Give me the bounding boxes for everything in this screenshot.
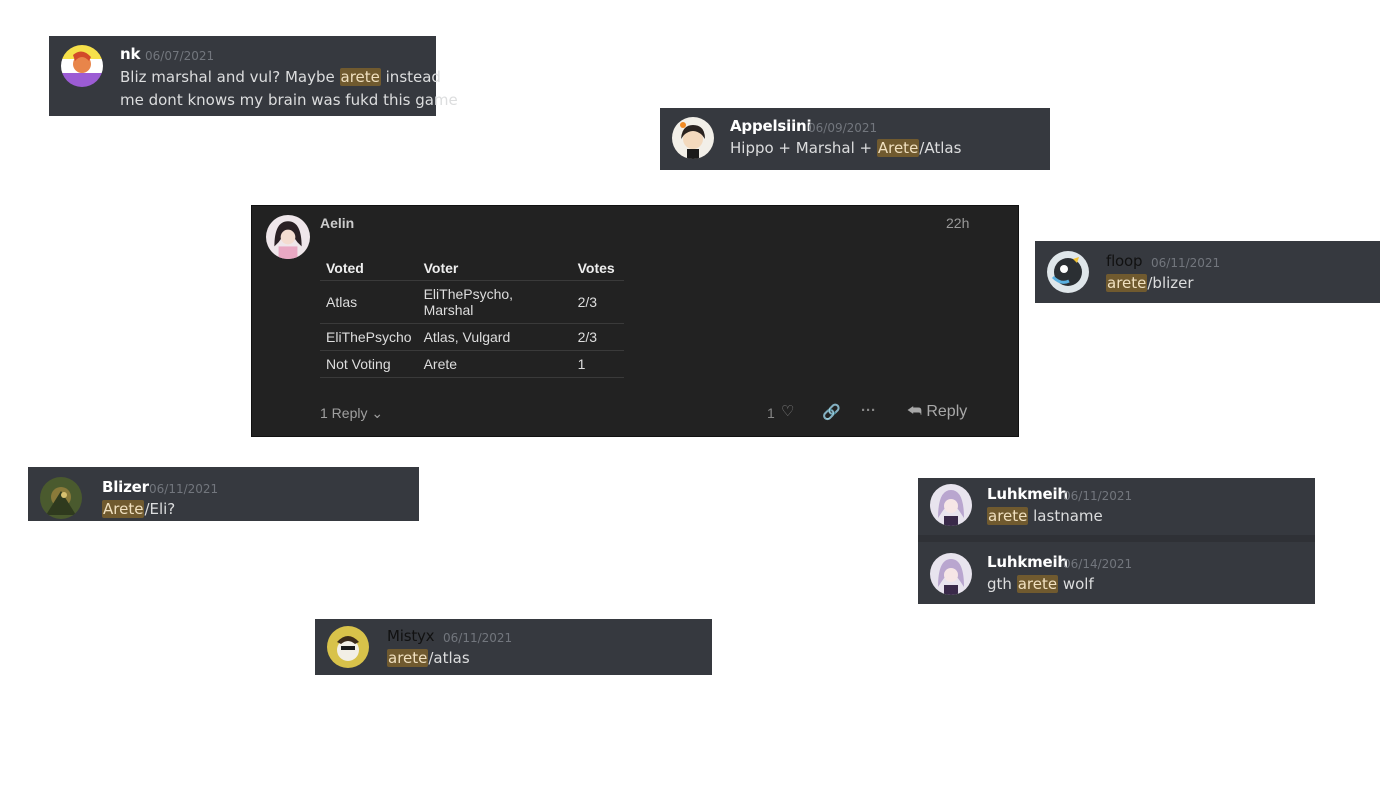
username[interactable]: nk [120,45,140,63]
timestamp: 06/09/2021 [808,121,878,135]
table-cell: EliThePsycho [320,323,418,351]
timestamp: 06/07/2021 [145,49,215,63]
message-row: Luhkmeih 06/11/2021 arete lastname [918,478,1315,535]
avatar[interactable] [327,626,369,668]
message-text: arete/blizer [1106,274,1194,292]
search-highlight: Arete [876,139,920,157]
table-cell: Atlas, Vulgard [417,323,572,351]
table-cell: 1 [571,350,624,378]
search-highlight: arete [1106,274,1148,292]
link-icon[interactable]: 🔗 [822,403,841,421]
message-card-floop: floop 06/11/2021 arete/blizer [1035,241,1380,303]
username[interactable]: Luhkmeih [987,485,1068,503]
chevron-down-icon: ⌄ [371,405,384,421]
timestamp: 06/11/2021 [1151,256,1221,270]
show-replies-button[interactable]: 1 Reply ⌄ [320,405,383,422]
search-highlight: arete [387,649,429,667]
table-cell: Atlas [320,280,418,324]
heart-icon[interactable]: ♡ [781,402,794,420]
search-highlight: arete [339,68,381,86]
username[interactable]: Blizer [102,478,149,496]
username[interactable]: Mistyx [387,627,435,645]
username[interactable]: floop [1106,252,1143,270]
column-header: Voter [417,256,572,281]
reply-button[interactable]: ⮪ Reply [907,403,967,421]
avatar[interactable] [61,45,103,87]
table-row: Atlas EliThePsycho, Marshal 2/3 [320,280,624,324]
message-text: arete/atlas [387,649,470,667]
timestamp: 22h [946,215,970,231]
search-highlight: Arete [102,500,145,518]
search-highlight: arete [987,507,1029,525]
message-text: arete lastname [987,507,1103,525]
message-card-mistyx: Mistyx 06/11/2021 arete/atlas [315,619,712,675]
username[interactable]: Luhkmeih [987,553,1068,571]
message-group-luhkmeih: Luhkmeih 06/11/2021 arete lastname Luhkm… [918,478,1315,604]
table-cell: Not Voting [320,350,418,378]
message-row: Luhkmeih 06/14/2021 gth arete wolf [918,542,1315,604]
search-highlight: arete [1016,575,1059,593]
like-count: 1 [767,405,775,421]
avatar[interactable] [672,117,714,159]
message-text: Bliz marshal and vul? Maybe arete instea… [120,68,441,86]
avatar[interactable] [40,477,82,519]
forum-post-aelin: Aelin 22h Voted Voter Votes Atlas EliThe… [251,205,1019,437]
table-row: Not Voting Arete 1 [320,350,624,378]
column-header: Voted [320,256,418,281]
avatar[interactable] [266,215,310,259]
avatar[interactable] [1047,251,1089,293]
timestamp: 06/11/2021 [443,631,513,645]
timestamp: 06/14/2021 [1063,557,1133,571]
avatar[interactable] [930,484,972,526]
table-cell: 2/3 [571,323,624,351]
table-cell: 2/3 [571,280,624,324]
table-header-row: Voted Voter Votes [320,256,624,281]
avatar[interactable] [930,553,972,595]
table-cell: EliThePsycho, Marshal [417,280,572,324]
timestamp: 06/11/2021 [1063,489,1133,503]
message-text: Hippo + Marshal + Arete/Atlas [730,139,962,157]
column-header: Votes [571,256,624,281]
message-card-nk: nk 06/07/2021 Bliz marshal and vul? Mayb… [49,36,458,116]
reply-arrow-icon: ⮪ [907,403,922,420]
more-options-icon[interactable]: ··· [861,402,876,419]
message-card-blizer: Blizer 06/11/2021 Arete/Eli? [28,467,419,521]
vote-table: Voted Voter Votes Atlas EliThePsycho, Ma… [320,256,624,378]
message-text: Arete/Eli? [102,500,176,518]
table-cell: Arete [417,350,572,378]
message-text: gth arete wolf [987,575,1094,593]
message-card-appelsiini: Appelsiini 06/09/2021 Hippo + Marshal + … [660,108,1050,170]
username[interactable]: Aelin [320,215,354,231]
table-row: EliThePsycho Atlas, Vulgard 2/3 [320,323,624,351]
username[interactable]: Appelsiini [730,117,812,135]
timestamp: 06/11/2021 [149,482,219,496]
message-text: me dont knows my brain was fukd this gam… [120,91,458,109]
